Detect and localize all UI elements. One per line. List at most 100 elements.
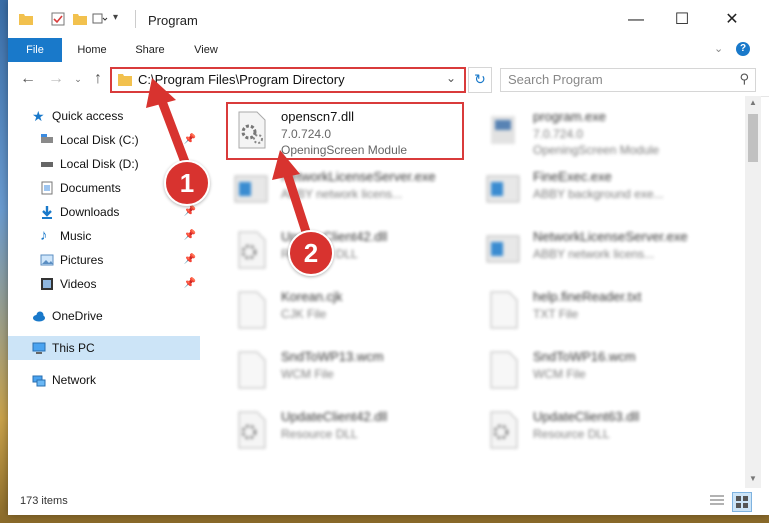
sidebar-item-label: Documents	[60, 181, 121, 195]
sidebar-item-label: OneDrive	[52, 309, 103, 323]
sidebar-item-label: Local Disk (C:)	[60, 133, 139, 147]
sidebar-item-label: Pictures	[60, 253, 104, 267]
cloud-icon	[33, 311, 45, 322]
file-item[interactable]: help.fineReader.txt TXT File	[480, 284, 720, 338]
up-arrow-icon[interactable]: ↑	[88, 69, 108, 89]
new-folder-icon[interactable]	[72, 11, 88, 27]
pin-icon[interactable]: 📌	[184, 224, 196, 248]
file-icon	[490, 291, 518, 329]
minimize-button[interactable]: —	[614, 6, 658, 34]
tab-home[interactable]: Home	[70, 38, 114, 62]
step-badge-2: 2	[288, 230, 334, 276]
back-arrow-icon[interactable]: ←	[18, 69, 38, 89]
search-input[interactable]: Search Program ⚲	[500, 68, 756, 92]
file-description: CJK File	[281, 307, 327, 321]
file-description: OpeningScreen Module	[533, 143, 660, 157]
properties-icon[interactable]	[50, 11, 66, 27]
forward-arrow-icon[interactable]: →	[46, 69, 66, 89]
file-name: Korean.cjk	[281, 289, 343, 304]
scroll-down-icon[interactable]: ▼	[745, 472, 761, 486]
file-description: Resource DLL	[533, 427, 610, 441]
tiles-view-icon[interactable]	[732, 492, 752, 512]
file-item[interactable]: SndToWP16.wcm WCM File	[480, 344, 720, 398]
drive-icon	[41, 162, 53, 167]
documents-icon	[41, 181, 53, 195]
search-icon: ⚲	[739, 71, 749, 86]
sidebar-item-videos[interactable]: Videos 📌	[8, 272, 200, 296]
ribbon-expand-icon[interactable]: ⌄	[714, 42, 723, 55]
address-row: ← → ⌄ ↑ C:\Program Files\Program Directo…	[8, 62, 769, 97]
tab-share[interactable]: Share	[128, 38, 172, 62]
file-item[interactable]: UpdateClient42.dll Resource DLL	[228, 404, 468, 458]
file-item[interactable]: Korean.cjk CJK File	[228, 284, 468, 338]
file-description: ABBY background exe...	[533, 187, 664, 201]
file-item[interactable]: UpdateClient42.dll Resource DLL	[228, 224, 468, 278]
sidebar-item-downloads[interactable]: Downloads 📌	[8, 200, 200, 224]
tab-file[interactable]: File	[8, 38, 62, 62]
sidebar-item-pictures[interactable]: Pictures 📌	[8, 248, 200, 272]
sidebar-item-label: Quick access	[52, 109, 124, 123]
sidebar-item-this-pc[interactable]: This PC	[8, 336, 200, 360]
sidebar-item-quick-access[interactable]: ★ Quick access	[8, 104, 200, 128]
sidebar-item-onedrive[interactable]: OneDrive	[8, 304, 200, 328]
file-explorer-window: ▾ Program — ☐ ✕ File Home Share View ⌄ ?…	[8, 0, 769, 515]
file-item[interactable]: UpdateClient63.dll Resource DLL	[480, 404, 720, 458]
vertical-scrollbar[interactable]: ▲ ▼	[745, 96, 761, 488]
quick-access-dropdown-icon[interactable]: ▾	[113, 12, 118, 23]
folder-icon	[118, 74, 132, 86]
address-bar[interactable]: C:\Program Files\Program Directory ⌄	[110, 67, 466, 93]
sidebar-item-label: Videos	[60, 277, 97, 291]
sidebar-item-local-disk-c[interactable]: Local Disk (C:) 📌	[8, 128, 200, 152]
sidebar-item-label: This PC	[52, 341, 95, 355]
close-button[interactable]: ✕	[710, 6, 754, 34]
video-icon	[41, 278, 53, 290]
details-view-icon[interactable]	[708, 492, 726, 510]
item-count: 173 items	[20, 495, 68, 507]
help-icon[interactable]: ?	[736, 42, 750, 56]
title-bar: ▾ Program — ☐ ✕	[8, 0, 769, 38]
sidebar-item-label: Network	[52, 373, 97, 387]
network-icon	[32, 375, 46, 387]
file-item[interactable]: FineExec.exe ABBY background exe...	[480, 164, 720, 218]
file-item[interactable]: NetworkLicenseServer.exe ABBY network li…	[480, 224, 720, 278]
address-dropdown-icon[interactable]: ⌄	[446, 71, 456, 85]
computer-icon	[32, 342, 46, 354]
maximize-button[interactable]: ☐	[660, 6, 704, 34]
drive-icon	[41, 134, 53, 143]
file-name: NetworkLicenseServer.exe	[281, 169, 436, 184]
exe-icon	[491, 116, 515, 144]
file-item-program-exe[interactable]: program.exe 7.0.724.0 OpeningScreen Modu…	[480, 104, 720, 158]
ribbon-tabs: File Home Share View ⌄ ?	[8, 38, 769, 62]
file-description: Resource DLL	[281, 427, 358, 441]
file-icon	[490, 351, 518, 389]
folder-icon	[19, 14, 33, 25]
file-name: FineExec.exe	[533, 169, 612, 184]
file-description: WCM File	[533, 367, 586, 381]
file-description: ABBY network licens...	[533, 247, 655, 261]
pin-icon[interactable]: 📌	[184, 248, 196, 272]
window-title: Program	[148, 13, 198, 28]
file-description: ABBY network licens...	[281, 187, 403, 201]
app-window-icon	[234, 175, 268, 203]
pin-icon[interactable]: 📌	[184, 128, 196, 152]
recent-locations-icon[interactable]: ⌄	[68, 69, 88, 89]
file-name: NetworkLicenseServer.exe	[533, 229, 688, 244]
file-description: WCM File	[281, 367, 334, 381]
file-name: help.fineReader.txt	[533, 289, 642, 304]
sidebar-item-network[interactable]: Network	[8, 368, 200, 392]
file-name: UpdateClient63.dll	[533, 409, 640, 424]
refresh-icon: ↻	[474, 71, 486, 87]
file-item[interactable]: SndToWP13.wcm WCM File	[228, 344, 468, 398]
tab-view[interactable]: View	[184, 38, 228, 62]
customize-toolbar-icon[interactable]	[92, 11, 108, 27]
pictures-icon	[40, 254, 54, 266]
status-bar: 173 items	[8, 488, 769, 515]
sidebar-item-music[interactable]: ♪ Music 📌	[8, 224, 200, 248]
file-item[interactable]: NetworkLicenseServer.exe ABBY network li…	[228, 164, 468, 218]
scroll-thumb[interactable]	[748, 114, 758, 162]
pin-icon[interactable]: 📌	[184, 272, 196, 296]
refresh-button[interactable]: ↻	[468, 67, 492, 93]
scroll-up-icon[interactable]: ▲	[745, 96, 761, 110]
sidebar-item-label: Music	[60, 229, 92, 243]
file-icon	[238, 291, 266, 329]
